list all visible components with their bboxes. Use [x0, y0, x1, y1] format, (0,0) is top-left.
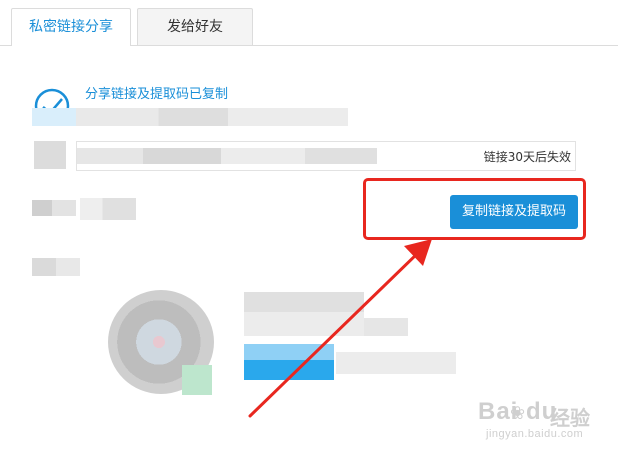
baidu-jingyan-watermark: Bai du ❀ 经验 jingyan.baidu.com: [478, 398, 608, 450]
blurred-user-info: [244, 292, 364, 336]
blurred-avatar-badge: [182, 365, 212, 395]
blurred-user-info-2: [364, 318, 408, 336]
blurred-link-url: [77, 148, 377, 164]
link-expire-text: 链接30天后失效: [483, 150, 571, 164]
tab-private-link[interactable]: 私密链接分享: [11, 8, 131, 46]
copy-link-and-code-button[interactable]: 复制链接及提取码: [450, 195, 578, 229]
blurred-label-qr: [32, 258, 80, 276]
annotation-arrow: [248, 239, 432, 418]
share-tabs: 私密链接分享 发给好友: [0, 0, 618, 46]
share-link-field[interactable]: 链接30天后失效: [76, 141, 576, 171]
paw-icon: ❀: [510, 403, 526, 423]
success-message: 分享链接及提取码已复制: [85, 87, 229, 102]
watermark-jingyan: 经验: [550, 408, 590, 430]
blurred-extract-code: [80, 198, 136, 220]
watermark-url: jingyan.baidu.com: [486, 428, 584, 440]
tab-send-to-friend[interactable]: 发给好友: [137, 8, 253, 46]
blurred-subtext: [32, 108, 348, 126]
blurred-blue-action-text: [336, 352, 456, 374]
blurred-label-code: [32, 200, 76, 216]
blurred-blue-action: [244, 344, 334, 380]
blurred-label-link: [34, 141, 66, 169]
